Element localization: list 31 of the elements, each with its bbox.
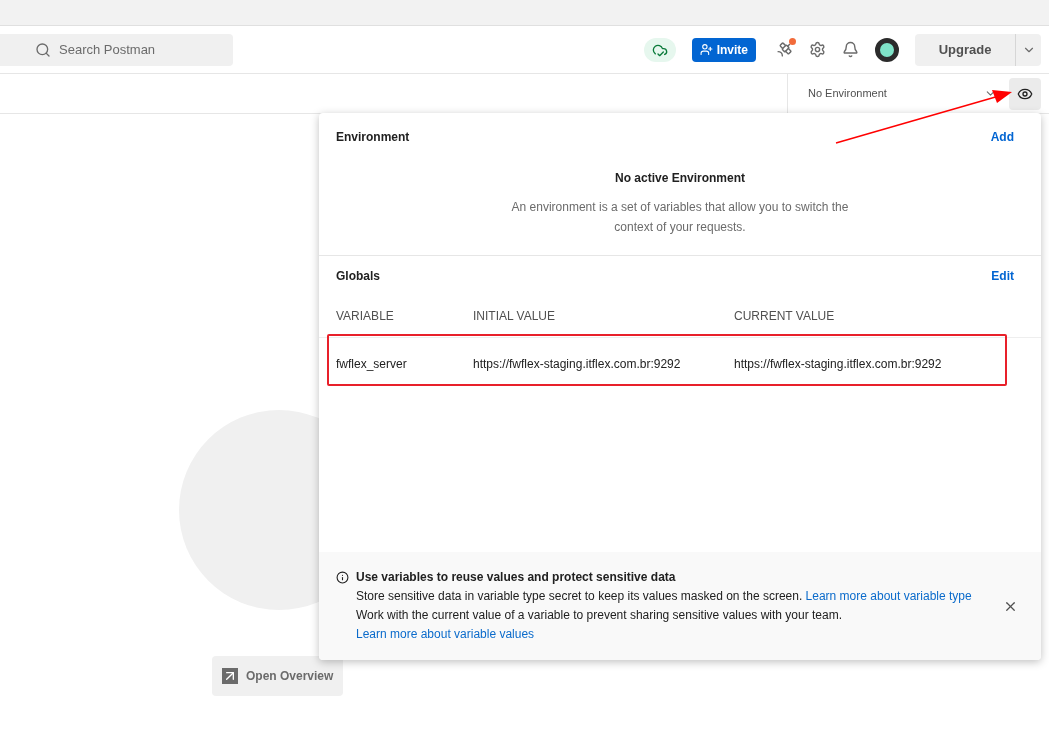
invite-button[interactable]: Invite [691, 37, 756, 62]
upgrade-button[interactable]: Upgrade [915, 33, 1015, 66]
search-field[interactable]: Search Postman [0, 33, 233, 66]
column-header: CURRENT VALUE [734, 308, 835, 325]
avatar[interactable] [875, 37, 899, 62]
arrow-up-right-icon [222, 668, 238, 684]
learn-more-link[interactable]: Learn more about variable type [805, 589, 972, 603]
empty-title: No active Environment [615, 170, 745, 187]
table-cell-text: https://fwflex-staging.itflex.com.br:9292 [473, 356, 682, 373]
satellite-icon[interactable] [776, 41, 793, 58]
notice-text: Work with the current value of a variable to prevent sharing sensitive values with your team. Learn more about variable values [356, 607, 843, 643]
open-overview-button[interactable]: Open Overview [212, 656, 344, 696]
info-icon [336, 571, 349, 584]
table-cell-text: https://fwflex-staging.itflex.com.br:9292 [734, 356, 942, 373]
table-cell-text: fwflex_server [336, 356, 408, 373]
section-title: Environment [336, 129, 410, 146]
empty-description: An environment is a set of variables that allow you to switch the context of your requests. [510, 199, 850, 236]
search-icon [35, 41, 51, 58]
add-link[interactable]: Add [990, 128, 1014, 146]
column-header: VARIABLE [336, 308, 395, 325]
eye-button[interactable] [1009, 77, 1041, 110]
edit-link[interactable]: Edit [991, 267, 1014, 285]
learn-more-link[interactable]: Learn more about variable values [356, 627, 535, 641]
column-header: INITIAL VALUE [473, 308, 557, 325]
user-plus-icon [699, 43, 713, 56]
notice-title: Use variables to reuse values and protect sensitive data [356, 569, 677, 586]
cloud-sync-icon[interactable] [643, 37, 676, 62]
bell-icon[interactable] [842, 41, 859, 58]
section-title: Globals [336, 268, 380, 285]
settings-icon[interactable] [809, 41, 826, 58]
notice-text: Store sensitive data in variable type secret to keep its values masked on the screen. Learn more about variable type [356, 588, 973, 605]
